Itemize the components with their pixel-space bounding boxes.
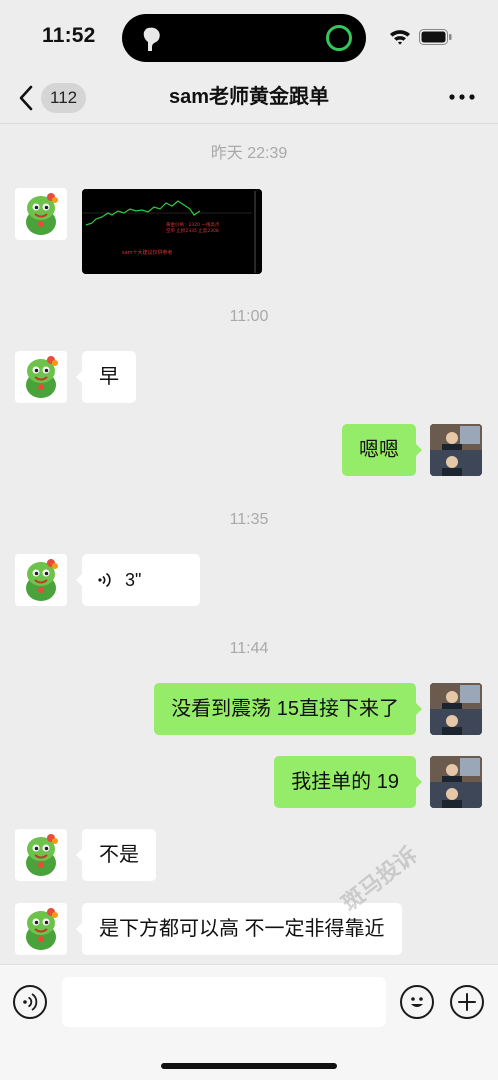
chart-thumbnail: 黄金价格：2320 一线高点 空单 止损2335 止盈2308 bbox=[82, 189, 262, 274]
voice-toggle-button[interactable] bbox=[13, 985, 47, 1019]
sender-avatar[interactable] bbox=[15, 188, 67, 240]
voice-icon bbox=[23, 993, 38, 1011]
timestamp: 11:00 bbox=[229, 308, 269, 325]
sender-avatar[interactable] bbox=[15, 554, 67, 606]
wifi-icon bbox=[390, 30, 410, 45]
plus-button[interactable] bbox=[450, 985, 484, 1019]
voice-duration: 3" bbox=[125, 570, 142, 590]
user-photo-icon bbox=[430, 424, 482, 476]
voice-message[interactable]: 3" bbox=[76, 554, 200, 606]
chat-header: 112 sam老师黄金跟单 bbox=[0, 76, 498, 124]
turtle-avatar-icon bbox=[15, 829, 67, 881]
chart-caption: sam十大建议仅供参考 bbox=[122, 250, 173, 256]
message-input[interactable] bbox=[62, 977, 386, 1027]
turtle-avatar-icon bbox=[15, 554, 67, 606]
turtle-avatar-icon bbox=[15, 903, 67, 955]
status-time: 11:52 bbox=[42, 24, 96, 47]
chart-image-message[interactable]: 黄金价格：2320 一线高点 空单 止损2335 止盈2308 sam十大建议仅… bbox=[82, 189, 262, 274]
my-avatar[interactable] bbox=[430, 424, 482, 476]
svg-text:空单 止损2335 止盈2308: 空单 止损2335 止盈2308 bbox=[166, 227, 219, 234]
received-message[interactable]: 不是 bbox=[76, 829, 156, 881]
home-indicator[interactable] bbox=[161, 1063, 337, 1069]
dynamic-island bbox=[122, 14, 366, 62]
more-icon[interactable] bbox=[447, 92, 477, 102]
user-photo-icon bbox=[430, 756, 482, 808]
emoji-button[interactable] bbox=[400, 985, 434, 1019]
user-photo-icon bbox=[430, 683, 482, 735]
earbud-icon bbox=[143, 27, 160, 51]
emoji-icon bbox=[411, 997, 423, 1007]
battery-icon bbox=[419, 29, 452, 45]
sender-avatar[interactable] bbox=[15, 351, 67, 403]
sent-message[interactable]: 嗯嗯 bbox=[342, 424, 422, 476]
unread-count-badge[interactable]: 112 bbox=[41, 83, 87, 113]
sent-message[interactable]: 没看到震荡 15直接下来了 bbox=[154, 683, 422, 735]
chat-title: sam老师黄金跟单 bbox=[168, 86, 330, 108]
timestamp: 11:35 bbox=[229, 511, 269, 528]
plus-icon bbox=[458, 993, 476, 1011]
chevron-left-icon[interactable] bbox=[16, 84, 38, 112]
sender-avatar[interactable] bbox=[15, 829, 67, 881]
turtle-avatar-icon bbox=[15, 188, 67, 240]
sent-message[interactable]: 我挂单的 19 bbox=[274, 756, 422, 808]
status-bar: 11:52 bbox=[0, 0, 498, 76]
sender-avatar[interactable] bbox=[15, 903, 67, 955]
timestamp: 昨天 22:39 bbox=[210, 145, 288, 162]
recording-ring-icon bbox=[326, 25, 352, 51]
received-message[interactable]: 早 bbox=[76, 351, 136, 403]
turtle-avatar-icon bbox=[15, 351, 67, 403]
voice-wave-icon bbox=[98, 572, 111, 588]
my-avatar[interactable] bbox=[430, 683, 482, 735]
svg-text:黄金价格：2320 一线高点: 黄金价格：2320 一线高点 bbox=[166, 221, 220, 228]
timestamp: 11:44 bbox=[229, 640, 269, 657]
my-avatar[interactable] bbox=[430, 756, 482, 808]
